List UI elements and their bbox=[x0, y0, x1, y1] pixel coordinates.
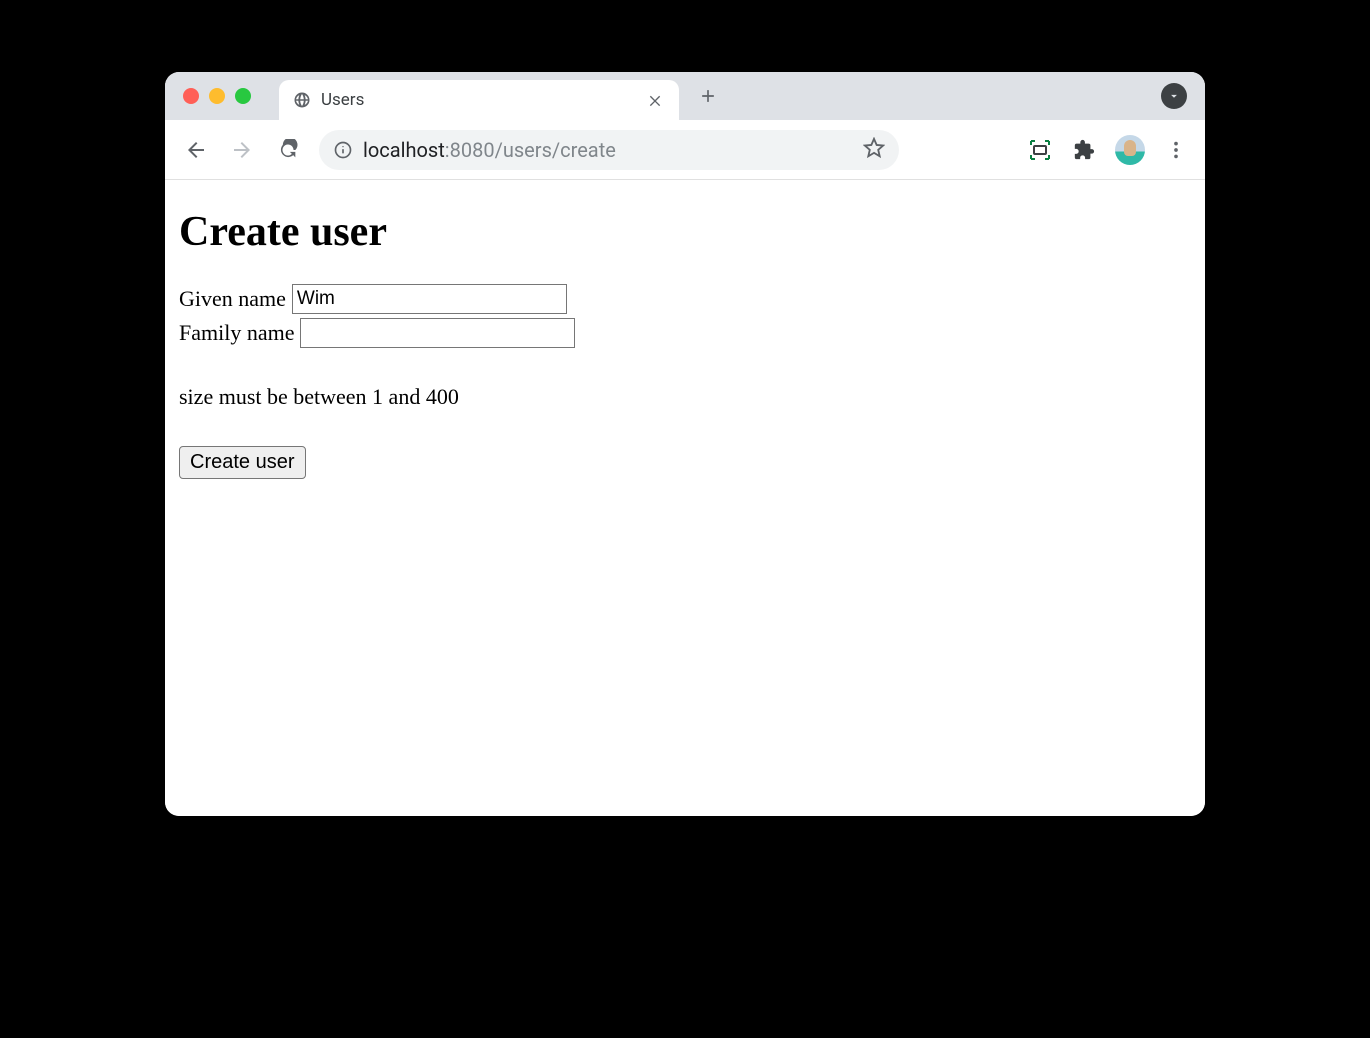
page-content: Create user Given name Family name size … bbox=[165, 180, 1205, 816]
family-name-label: Family name bbox=[179, 320, 294, 346]
browser-window: Users localhost:8080/users/create bbox=[165, 72, 1205, 816]
given-name-label: Given name bbox=[179, 286, 286, 312]
maximize-window-button[interactable] bbox=[235, 88, 251, 104]
given-name-input[interactable] bbox=[292, 284, 567, 314]
profile-avatar[interactable] bbox=[1115, 135, 1145, 165]
page-heading: Create user bbox=[179, 208, 1191, 256]
url-path: :8080/users/create bbox=[445, 138, 616, 162]
window-controls bbox=[183, 88, 251, 104]
tab-title: Users bbox=[321, 90, 635, 110]
address-bar[interactable]: localhost:8080/users/create bbox=[319, 130, 899, 170]
close-tab-button[interactable] bbox=[645, 90, 665, 110]
url-host: localhost bbox=[363, 138, 445, 162]
extensions-icon[interactable] bbox=[1071, 137, 1097, 163]
url-text: localhost:8080/users/create bbox=[363, 138, 616, 162]
toolbar: localhost:8080/users/create bbox=[165, 120, 1205, 180]
tab-strip: Users bbox=[165, 72, 1205, 120]
browser-tab[interactable]: Users bbox=[279, 80, 679, 120]
bookmark-star-icon[interactable] bbox=[863, 137, 885, 163]
create-user-button[interactable]: Create user bbox=[179, 446, 306, 479]
devtools-device-icon[interactable] bbox=[1027, 137, 1053, 163]
tabs-dropdown-button[interactable] bbox=[1161, 83, 1187, 109]
minimize-window-button[interactable] bbox=[209, 88, 225, 104]
given-name-row: Given name bbox=[179, 284, 1191, 314]
validation-message: size must be between 1 and 400 bbox=[179, 384, 1191, 410]
back-button[interactable] bbox=[181, 135, 211, 165]
site-info-icon[interactable] bbox=[333, 140, 353, 160]
close-window-button[interactable] bbox=[183, 88, 199, 104]
new-tab-button[interactable] bbox=[693, 81, 723, 111]
reload-button[interactable] bbox=[273, 135, 303, 165]
forward-button[interactable] bbox=[227, 135, 257, 165]
family-name-row: Family name bbox=[179, 318, 1191, 348]
globe-icon bbox=[293, 91, 311, 109]
menu-icon[interactable] bbox=[1163, 137, 1189, 163]
toolbar-right bbox=[1027, 135, 1189, 165]
family-name-input[interactable] bbox=[300, 318, 575, 348]
